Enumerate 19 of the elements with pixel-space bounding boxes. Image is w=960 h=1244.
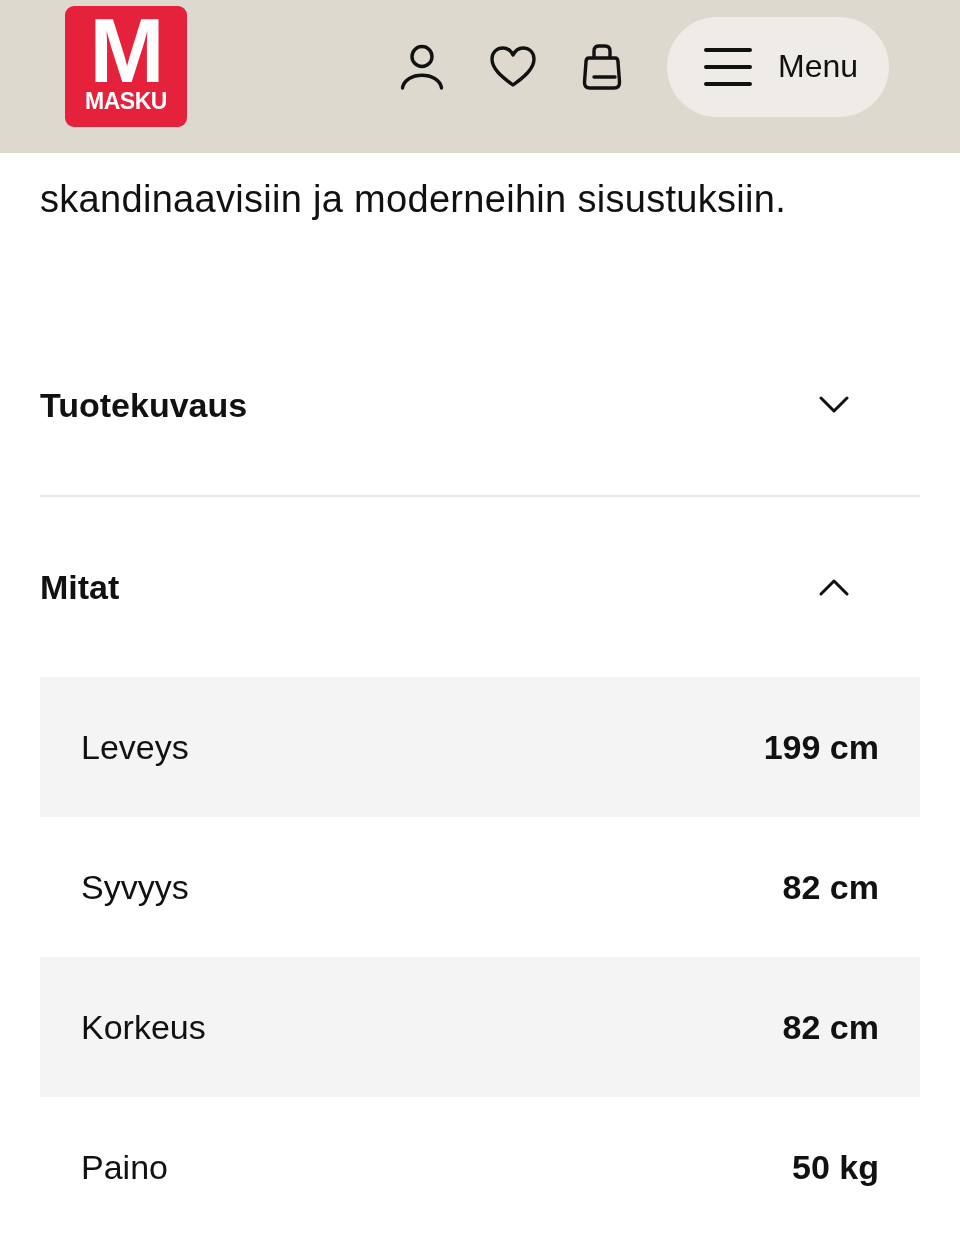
- dimension-value: 82 cm: [782, 1007, 879, 1047]
- logo[interactable]: M MASKU: [65, 6, 187, 127]
- dimension-value: 199 cm: [763, 727, 879, 767]
- dimension-label: Korkeus: [81, 1007, 206, 1047]
- menu-icon: [704, 47, 752, 86]
- heart-icon[interactable]: [490, 45, 536, 88]
- logo-wordmark: MASKU: [85, 88, 167, 114]
- accordion-header[interactable]: Tuotekuvaus: [40, 315, 920, 495]
- menu-button[interactable]: Menu: [667, 16, 889, 117]
- dimension-label: Paino: [81, 1147, 168, 1187]
- shopping-bag-icon[interactable]: [582, 43, 622, 90]
- dimension-label: Leveys: [81, 727, 189, 767]
- dimension-label: Syvyys: [81, 867, 189, 907]
- dimension-value: 50 kg: [792, 1147, 879, 1187]
- user-icon[interactable]: [400, 43, 444, 90]
- dimension-value: 82 cm: [782, 867, 879, 907]
- description-text: skandinaavisiin ja moderneihin sisustuksiin.: [40, 177, 788, 222]
- accordion-header[interactable]: Mitat: [40, 497, 920, 677]
- logo-mark: M: [89, 16, 163, 86]
